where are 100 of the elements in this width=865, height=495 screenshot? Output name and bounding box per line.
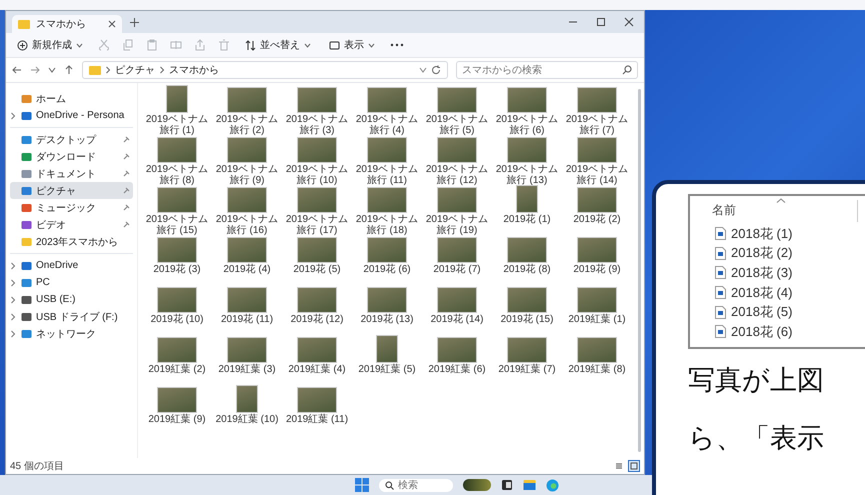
photo-placeholder[interactable]: [367, 287, 407, 313]
file-name[interactable]: 2019花 (10): [150, 314, 204, 325]
photo-placeholder[interactable]: [577, 137, 617, 163]
browser-icon[interactable]: [546, 478, 559, 492]
taskbar-search-box[interactable]: 検索: [379, 478, 453, 492]
photo-placeholder[interactable]: [437, 237, 477, 263]
photo-placeholder[interactable]: [577, 87, 617, 113]
file-name[interactable]: 2019花 (15): [500, 314, 554, 325]
photo-placeholder[interactable]: [157, 237, 197, 263]
file-name[interactable]: 2019紅葉 (10): [216, 414, 278, 425]
file-name[interactable]: 2019ベトナム旅行 (10): [282, 164, 352, 186]
file-name[interactable]: 2019花 (8): [503, 264, 551, 275]
file-name[interactable]: 2019ベトナム旅行 (1): [142, 114, 212, 136]
photo-placeholder[interactable]: [157, 287, 197, 313]
new-tab-icon[interactable]: [130, 18, 139, 26]
sidebar-item[interactable]: OneDrive - Persona: [10, 107, 133, 124]
file-name[interactable]: 2019紅葉 (1): [568, 314, 626, 325]
chevron-icon[interactable]: [10, 112, 16, 120]
back-arrow-icon[interactable]: [12, 65, 22, 75]
photo-placeholder[interactable]: [437, 87, 477, 113]
file-name[interactable]: 2019ベトナム旅行 (11): [352, 164, 422, 186]
file-name[interactable]: 2018花 (4): [731, 284, 792, 302]
chevron-icon[interactable]: [10, 278, 16, 286]
file-name[interactable]: 2019ベトナム旅行 (2): [212, 114, 282, 136]
sidebar-item[interactable]: ドキュメント: [10, 165, 133, 182]
caret-icon[interactable]: [48, 67, 56, 73]
photo-placeholder[interactable]: [376, 335, 398, 363]
photo-placeholder[interactable]: [297, 137, 337, 163]
file-name[interactable]: 2019ベトナム旅行 (5): [422, 114, 492, 136]
sidebar-item[interactable]: ミュージック: [10, 199, 133, 216]
photo-placeholder[interactable]: [297, 337, 337, 363]
search-box[interactable]: スマホからの検索: [456, 61, 638, 79]
chevron-icon[interactable]: [10, 312, 16, 320]
photo-placeholder[interactable]: [437, 187, 477, 213]
photo-placeholder[interactable]: [297, 237, 337, 263]
file-name[interactable]: 2019花 (7): [433, 264, 481, 275]
photo-placeholder[interactable]: [507, 237, 547, 263]
file-name[interactable]: 2019紅葉 (6): [428, 364, 486, 375]
app-icon[interactable]: [501, 479, 513, 491]
sidebar-item[interactable]: OneDrive: [10, 257, 133, 274]
chevron-icon[interactable]: [10, 262, 16, 270]
photo-placeholder[interactable]: [437, 287, 477, 313]
file-name[interactable]: 2019ベトナム旅行 (14): [562, 164, 632, 186]
file-name[interactable]: 2018花 (5): [731, 303, 792, 322]
photo-placeholder[interactable]: [297, 387, 337, 413]
file-name[interactable]: 2019ベトナム旅行 (9): [212, 164, 282, 186]
file-name[interactable]: 2019花 (11): [220, 314, 274, 325]
photo-placeholder[interactable]: [437, 337, 477, 363]
file-name[interactable]: 2019花 (3): [153, 264, 201, 275]
sidebar-item[interactable]: USB ドライブ (F:): [10, 308, 133, 325]
file-name[interactable]: 2019花 (6): [363, 264, 411, 275]
column-header[interactable]: 名前: [712, 202, 736, 218]
forward-arrow-icon[interactable]: [30, 65, 40, 75]
file-name[interactable]: 2019紅葉 (8): [568, 364, 626, 375]
grid-view-icon[interactable]: [628, 460, 640, 472]
photo-placeholder[interactable]: [367, 237, 407, 263]
file-name[interactable]: 2018花 (1): [731, 224, 792, 243]
photo-placeholder[interactable]: [516, 185, 538, 213]
file-name[interactable]: 2019ベトナム旅行 (18): [352, 214, 422, 236]
photo-placeholder[interactable]: [367, 87, 407, 113]
file-name[interactable]: 2019花 (9): [573, 264, 621, 275]
file-name[interactable]: 2019紅葉 (2): [148, 364, 206, 375]
file-name[interactable]: 2019ベトナム旅行 (8): [142, 164, 212, 186]
photo-placeholder[interactable]: [367, 137, 407, 163]
sidebar-item[interactable]: ネットワーク: [10, 325, 133, 342]
photo-placeholder[interactable]: [577, 287, 617, 313]
sidebar-item[interactable]: 2023年スマホから: [10, 233, 133, 250]
file-name[interactable]: 2019花 (4): [223, 264, 271, 275]
sidebar-item[interactable]: PC: [10, 274, 133, 291]
file-name[interactable]: 2019紅葉 (5): [358, 364, 416, 375]
file-name[interactable]: 2019ベトナム旅行 (6): [492, 114, 562, 136]
photo-placeholder[interactable]: [157, 187, 197, 213]
file-name[interactable]: 2019ベトナム旅行 (15): [142, 214, 212, 236]
address-bar[interactable]: ピクチャ スマホから: [82, 61, 448, 79]
file-name[interactable]: 2018花 (6): [731, 322, 792, 341]
file-name[interactable]: 2018花 (2): [731, 244, 792, 262]
sidebar-item[interactable]: ビデオ: [10, 216, 133, 233]
sidebar-item[interactable]: ピクチャ: [10, 182, 133, 199]
folder-icon[interactable]: [523, 479, 536, 491]
photo-placeholder[interactable]: [577, 337, 617, 363]
photo-placeholder[interactable]: [227, 137, 267, 163]
sidebar-item[interactable]: デスクトップ: [10, 131, 133, 148]
sidebar-item[interactable]: ホーム: [10, 90, 133, 107]
photo-placeholder[interactable]: [227, 187, 267, 213]
file-name[interactable]: 2019紅葉 (4): [288, 364, 346, 375]
photo-placeholder[interactable]: [227, 237, 267, 263]
photo-placeholder[interactable]: [157, 387, 197, 413]
file-name[interactable]: 2019ベトナム旅行 (13): [492, 164, 562, 186]
file-name[interactable]: 2019花 (14): [430, 314, 484, 325]
taskbar-search-field[interactable]: 検索: [398, 480, 438, 490]
photo-placeholder[interactable]: [166, 85, 188, 113]
photo-placeholder[interactable]: [507, 287, 547, 313]
photo-placeholder[interactable]: [507, 337, 547, 363]
up-arrow-icon[interactable]: [64, 65, 74, 75]
breadcrumb[interactable]: スマホから: [169, 63, 219, 77]
photo-placeholder[interactable]: [297, 87, 337, 113]
search-field[interactable]: スマホからの検索: [462, 63, 622, 77]
file-name[interactable]: 2019ベトナム旅行 (3): [282, 114, 352, 136]
refresh-icon[interactable]: [431, 65, 441, 75]
file-name[interactable]: 2019ベトナム旅行 (4): [352, 114, 422, 136]
